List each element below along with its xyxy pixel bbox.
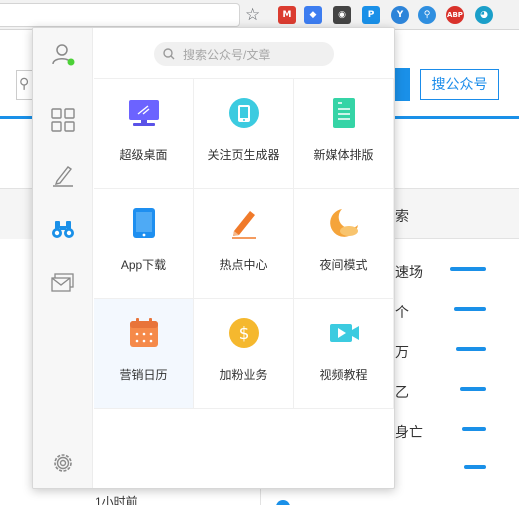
ranking-bar	[454, 307, 486, 311]
gear-icon	[54, 454, 72, 472]
search-icon: ⚲	[19, 75, 30, 91]
binoculars-icon	[52, 221, 74, 238]
sidebar-settings-button[interactable]	[49, 449, 77, 477]
tool-label: 热点中心	[219, 258, 268, 272]
tool-tile-media-layout[interactable]: 新媒体排版	[294, 79, 394, 189]
tool-label: App下载	[120, 258, 167, 272]
ranking-bar	[450, 267, 486, 271]
monitor-icon	[129, 100, 159, 126]
tool-tile-app-download[interactable]: App下载	[94, 189, 194, 299]
svg-text:$: $	[239, 324, 250, 344]
sidebar-user-button[interactable]	[49, 41, 77, 69]
tool-label: 视频教程	[319, 368, 368, 382]
ranking-item[interactable]: 个	[395, 302, 409, 322]
apps-grid-icon	[51, 108, 75, 132]
globe-extension-icon[interactable]: ◕	[475, 6, 493, 24]
popup-sidebar	[33, 28, 93, 488]
document-icon	[333, 98, 355, 128]
phone-circle-icon	[229, 98, 259, 128]
ranking-item[interactable]: 万	[395, 342, 409, 362]
tool-label: 新媒体排版	[313, 148, 374, 162]
tool-tile-video-tutorial[interactable]: 视频教程	[294, 299, 394, 409]
video-icon	[330, 324, 359, 342]
tool-tile-marketing-calendar[interactable]: 营销日历	[94, 299, 194, 409]
color-wheel-extension-icon[interactable]: ◉	[333, 6, 351, 24]
user-icon	[52, 44, 75, 66]
pen-icon	[53, 166, 73, 187]
layers-extension-icon[interactable]: ◆	[304, 6, 322, 24]
extension-popup: 搜索公众号/文章 超级桌面 关注页生成器 新媒体排版 App下载 热点中心 夜间…	[32, 27, 395, 489]
list-header-right	[395, 189, 519, 239]
search-icon	[163, 48, 175, 60]
dollar-coin-icon: $	[229, 318, 259, 348]
tool-label: 营销日历	[119, 368, 168, 382]
address-bar[interactable]	[0, 3, 240, 27]
tool-tile-follow-page[interactable]: 关注页生成器	[194, 79, 294, 189]
tool-tile-hot-center[interactable]: 热点中心	[194, 189, 294, 299]
pencil-icon	[232, 211, 256, 239]
ranking-item[interactable]: 乙	[395, 382, 409, 402]
tablet-icon	[133, 208, 155, 238]
popup-search-input[interactable]: 搜索公众号/文章	[154, 42, 334, 66]
sidebar-mail-button[interactable]	[49, 269, 77, 297]
browser-toolbar: ☆ M ◆ ◉ P Y ⚲ ABP ◕	[0, 0, 519, 30]
ranking-bar	[460, 387, 486, 391]
tool-tile-fan-growth[interactable]: $ 加粉业务	[194, 299, 294, 409]
mail-icon	[51, 273, 74, 292]
ranking-bar	[456, 347, 486, 351]
page-search-submit[interactable]	[395, 68, 410, 101]
sidebar-discover-button[interactable]	[49, 215, 77, 243]
tool-tile-night-mode[interactable]: 夜间模式	[294, 189, 394, 299]
sidebar-apps-button[interactable]	[49, 106, 77, 134]
tool-label: 关注页生成器	[207, 148, 280, 162]
ranking-header: 索	[395, 208, 409, 224]
search-placeholder: 搜索公众号/文章	[183, 47, 271, 62]
adblock-plus-extension-icon[interactable]: ABP	[446, 6, 464, 24]
calendar-icon	[130, 318, 158, 347]
tool-label: 加粉业务	[219, 368, 268, 382]
popup-main: 搜索公众号/文章 超级桌面 关注页生成器 新媒体排版 App下载 热点中心 夜间…	[94, 28, 394, 488]
ranking-item[interactable]: 身亡	[395, 422, 423, 442]
time-label: 1小时前	[95, 495, 138, 505]
sidebar-edit-button[interactable]	[49, 161, 77, 189]
tool-label: 超级桌面	[119, 148, 168, 162]
tool-grid: 超级桌面 关注页生成器 新媒体排版 App下载 热点中心 夜间模式 营销日历 $…	[94, 78, 394, 409]
list-header-left	[0, 189, 35, 239]
bookmark-star-icon[interactable]: ☆	[245, 4, 260, 26]
list-bullet	[276, 500, 290, 505]
wechat-helper-extension-icon[interactable]: P	[362, 6, 380, 24]
ranking-bar	[464, 465, 486, 469]
moon-icon	[330, 209, 358, 237]
key-extension-icon[interactable]: ⚲	[418, 6, 436, 24]
ranking-item[interactable]: 速场	[395, 262, 423, 282]
gmail-extension-icon[interactable]: M	[278, 6, 296, 24]
vuejs-extension-icon[interactable]: Y	[391, 6, 409, 24]
tool-label: 夜间模式	[319, 258, 368, 272]
search-account-button[interactable]: 搜公众号	[420, 69, 499, 100]
tool-tile-super-desktop[interactable]: 超级桌面	[94, 79, 194, 189]
ranking-bar	[462, 427, 486, 431]
